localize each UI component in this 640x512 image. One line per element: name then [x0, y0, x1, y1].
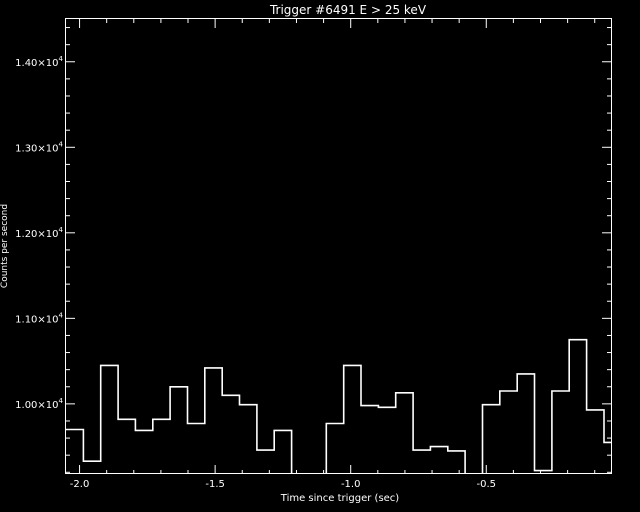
chart: Trigger #6491 E > 25 keV -2.0 -1.5 -1.0 -0.… — [0, 3, 612, 504]
y-axis: 1.00×104 1.10×104 1.20×104 1.30×104 1.40×104 — [15, 27, 611, 473]
x-tick-label: -1.0 — [341, 479, 361, 490]
series-line — [66, 338, 611, 474]
x-tick-label: -1.5 — [205, 479, 225, 490]
y-tick-label: 1.40×104 — [15, 55, 63, 69]
x-tick-label: -2.0 — [70, 479, 90, 490]
y-tick-label: 1.10×104 — [15, 311, 63, 325]
y-tick-label: 1.00×104 — [15, 397, 63, 411]
x-axis-label: Time since trigger (sec) — [280, 493, 400, 504]
y-tick-label: 1.30×104 — [15, 140, 63, 154]
chart-title: Trigger #6491 E > 25 keV — [269, 3, 427, 17]
x-axis: -2.0 -1.5 -1.0 -0.5 — [70, 19, 596, 490]
y-tick-label: 1.20×104 — [15, 226, 63, 240]
plot-frame — [65, 18, 612, 474]
x-tick-label: -0.5 — [477, 479, 497, 490]
y-axis-label: Counts per second — [0, 204, 10, 288]
